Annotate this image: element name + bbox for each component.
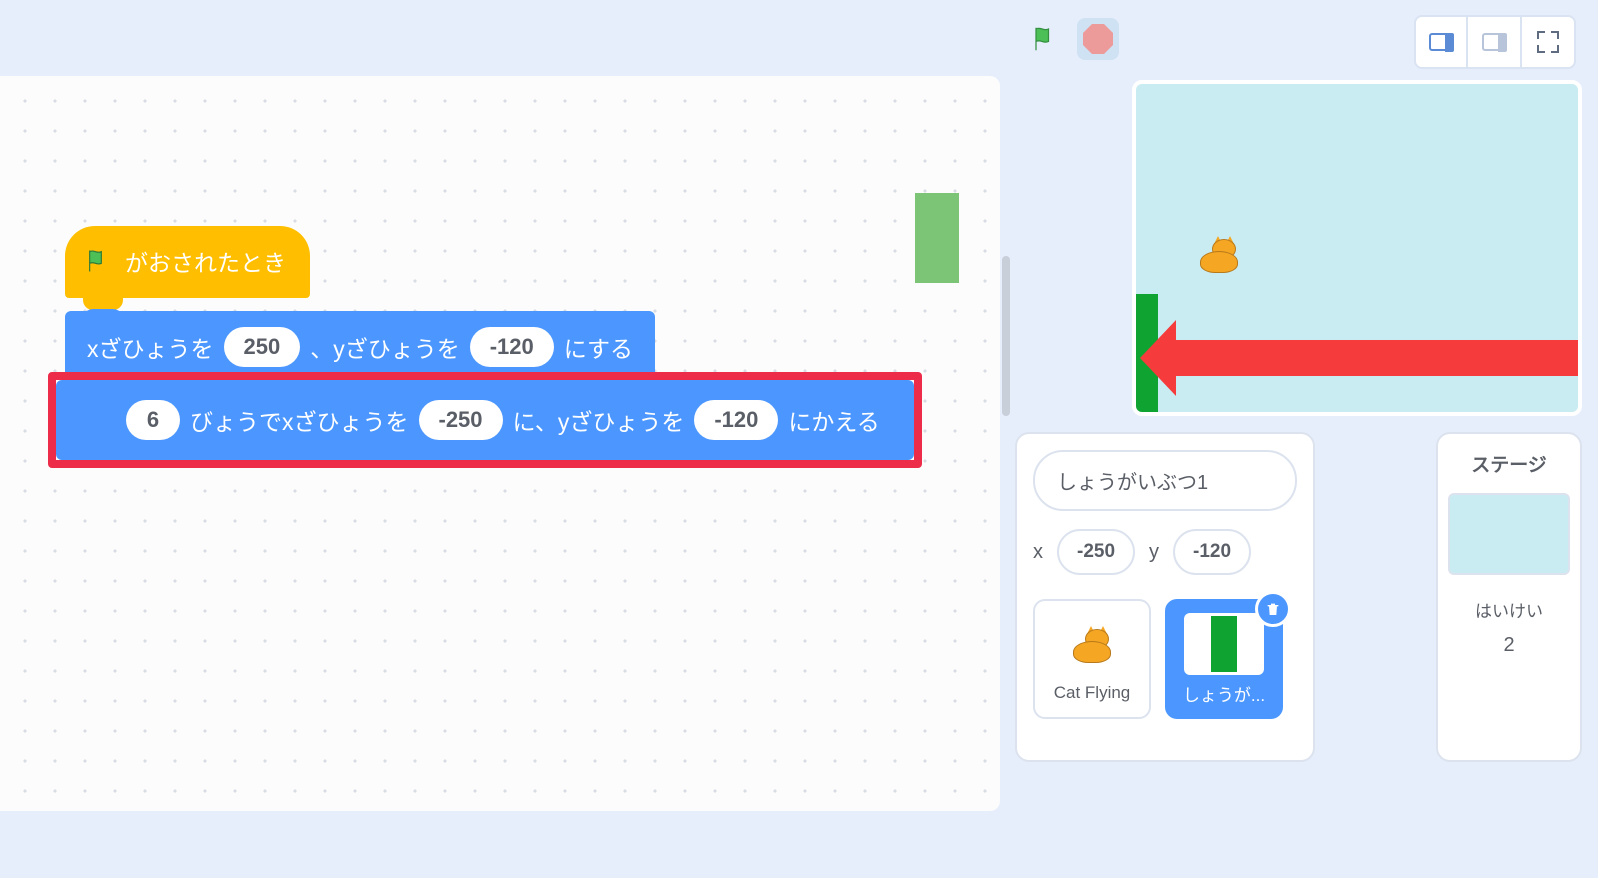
goto-y-input[interactable]: -120	[470, 327, 554, 367]
green-flag-button[interactable]	[1025, 18, 1067, 60]
glide-text-2: に、yざひょうを	[513, 403, 685, 437]
annotation-arrow	[1176, 340, 1582, 376]
glide-text-3: にかえる	[788, 403, 879, 437]
goto-text-3: にする	[564, 330, 633, 364]
trash-icon	[1265, 601, 1281, 617]
sprite-y-input[interactable]: -120	[1173, 529, 1251, 575]
sprite-name-input[interactable]: しょうがいぶつ1	[1033, 450, 1297, 511]
code-workspace[interactable]: がおされたとき xざひょうを 250 、yざひょうを -120 にする 6 びょ…	[0, 76, 1000, 811]
backdrop-count: 2	[1448, 634, 1570, 657]
stage-thumbnail[interactable]	[1448, 493, 1570, 575]
glide-y-input[interactable]: -120	[694, 400, 778, 440]
green-flag-icon	[85, 247, 113, 275]
goto-text-2: 、yざひょうを	[310, 330, 460, 364]
small-stage-button[interactable]	[1414, 15, 1468, 69]
glide-text-1: びょうでxざひょうを	[190, 403, 409, 437]
glide-secs-input[interactable]: 6	[126, 400, 180, 440]
goto-text-1: xざひょうを	[87, 330, 214, 364]
workspace-sprite-preview	[915, 193, 959, 283]
large-stage-button[interactable]	[1468, 15, 1522, 69]
sprite-tile-label: Cat Flying	[1054, 683, 1131, 703]
sprite-list: Cat Flying しょうが...	[1033, 599, 1297, 719]
workspace-scrollbar[interactable]	[1002, 256, 1010, 416]
glide-to-xy-block[interactable]: 6 びょうでxざひょうを -250 に、yざひょうを -120 にかえる	[56, 380, 914, 460]
glide-block-highlight: 6 びょうでxざひょうを -250 に、yざひょうを -120 にかえる	[48, 372, 922, 468]
y-label: y	[1149, 541, 1159, 564]
hat-label: がおされたとき	[125, 244, 286, 278]
goto-x-input[interactable]: 250	[224, 327, 301, 367]
when-flag-clicked-block[interactable]: がおされたとき	[65, 226, 310, 298]
sprite-tile-label: しょうが...	[1183, 681, 1265, 706]
delete-sprite-button[interactable]	[1255, 591, 1291, 627]
large-stage-icon	[1482, 33, 1506, 51]
stop-button[interactable]	[1077, 18, 1119, 60]
small-stage-icon	[1429, 33, 1453, 51]
sprite-info-panel: しょうがいぶつ1 x -250 y -120 Cat Flying しょうが..…	[1015, 432, 1315, 762]
sprite-x-input[interactable]: -250	[1057, 529, 1135, 575]
stop-icon	[1083, 24, 1113, 54]
fullscreen-icon	[1537, 31, 1559, 53]
backdrop-label: はいけい	[1448, 597, 1570, 622]
stage-cat-sprite	[1194, 239, 1244, 273]
obstacle-icon	[1184, 613, 1264, 675]
sprite-tile-obstacle[interactable]: しょうが...	[1165, 599, 1283, 719]
sprite-tile-cat[interactable]: Cat Flying	[1033, 599, 1151, 719]
fullscreen-button[interactable]	[1522, 15, 1576, 69]
green-flag-icon	[1031, 23, 1061, 55]
x-label: x	[1033, 541, 1043, 564]
glide-x-input[interactable]: -250	[419, 400, 503, 440]
stage-selector-panel: ステージ はいけい 2	[1436, 432, 1582, 762]
cat-icon	[1052, 615, 1132, 677]
stage-panel-title: ステージ	[1448, 450, 1570, 477]
stage-view[interactable]	[1132, 80, 1582, 416]
